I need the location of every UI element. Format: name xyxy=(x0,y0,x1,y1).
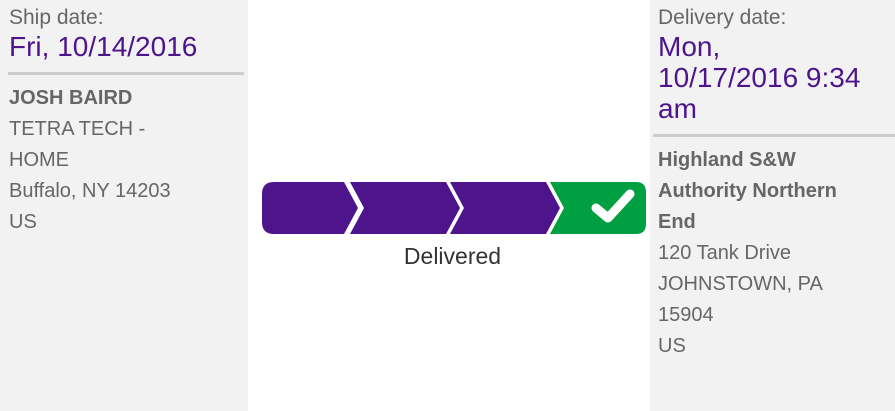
delivery-date-label: Delivery date: xyxy=(658,6,787,29)
ship-address-line: Buffalo, NY 14203 xyxy=(9,180,171,202)
progress-step-icon xyxy=(262,182,358,234)
delivery-status-text: Delivered xyxy=(403,243,502,269)
progress-step-icon xyxy=(350,182,460,234)
delivery-address-line: US xyxy=(658,335,686,357)
ship-address-line: US xyxy=(9,211,37,233)
delivery-address-line: 15904 xyxy=(658,304,714,326)
ship-divider xyxy=(8,72,244,75)
ship-address-line: TETRA TECH - xyxy=(9,118,146,140)
delivery-date-value: am xyxy=(658,93,697,124)
delivery-address-line: 120 Tank Drive xyxy=(658,242,792,264)
ship-address-line: HOME xyxy=(9,149,69,171)
delivery-divider xyxy=(653,134,895,137)
ship-date-label: Ship date: xyxy=(9,6,104,29)
delivery-recipient-name: End xyxy=(658,211,696,233)
ship-info-panel: Ship date: Fri, 10/14/2016 JOSH BAIRD TE… xyxy=(0,0,248,411)
ship-recipient-name: JOSH BAIRD xyxy=(9,87,133,109)
progress-step-icon xyxy=(450,182,560,234)
delivery-recipient-name: Highland S&W xyxy=(658,149,796,171)
delivery-address-line: JOHNSTOWN, PA xyxy=(658,273,823,295)
delivery-info-panel: Delivery date: Mon, 10/17/2016 9:34 am H… xyxy=(650,0,895,411)
shipment-progress-bar xyxy=(262,180,647,236)
delivery-date-value: 10/17/2016 9:34 xyxy=(658,62,861,93)
progress-steps xyxy=(262,182,646,234)
ship-date-value: Fri, 10/14/2016 xyxy=(9,31,198,62)
delivery-recipient-name: Authority Northern xyxy=(658,180,837,202)
delivery-date-value: Mon, xyxy=(658,31,721,62)
